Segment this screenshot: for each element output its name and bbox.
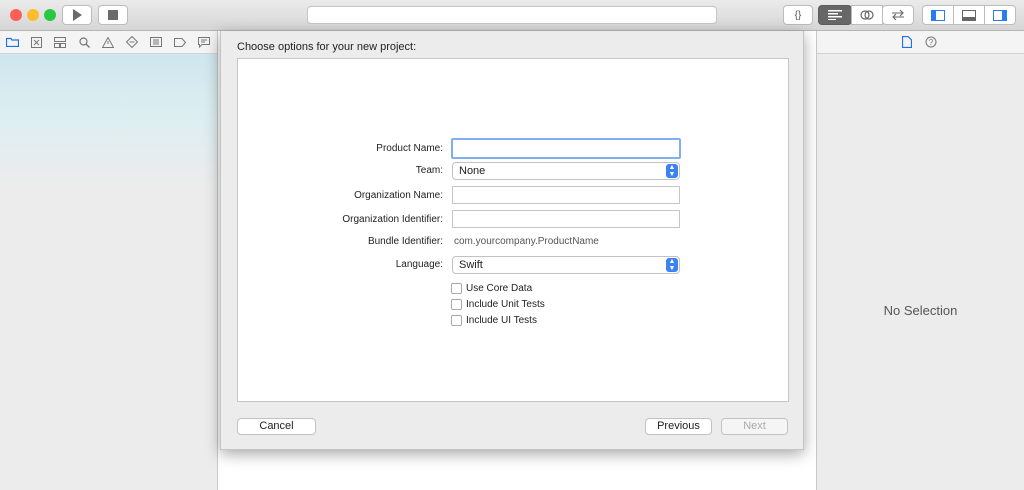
navigator-toggle-icon: [931, 9, 945, 21]
source-control-icon[interactable]: [24, 31, 48, 53]
cancel-button[interactable]: Cancel: [237, 418, 316, 435]
report-icon[interactable]: [192, 31, 216, 53]
stop-button[interactable]: [98, 5, 128, 25]
popup-arrows-icon: ▲ ▼: [666, 164, 678, 178]
inspector-toggle-icon: [993, 9, 1007, 21]
include-unit-tests-checkbox[interactable]: Include Unit Tests: [451, 299, 545, 310]
standard-editor-icon: [828, 10, 842, 20]
run-button[interactable]: [62, 5, 92, 25]
bundle-identifier-value: com.yourcompany.ProductName: [454, 236, 599, 247]
test-icon[interactable]: [120, 31, 144, 53]
braces-icon: {}: [794, 9, 802, 21]
svg-text:?: ?: [929, 38, 934, 47]
bundle-identifier-label: Bundle Identifier:: [367, 236, 443, 247]
version-editor-button[interactable]: [882, 5, 914, 25]
language-label: Language:: [395, 259, 443, 270]
standard-editor-button[interactable]: [818, 5, 852, 25]
language-value: Swift: [459, 259, 483, 271]
no-selection-label: No Selection: [883, 303, 958, 318]
issue-icon[interactable]: [96, 31, 120, 53]
organization-identifier-label: Organization Identifier:: [342, 214, 443, 225]
navigator-area: [0, 54, 217, 490]
product-name-field[interactable]: [451, 138, 681, 159]
close-window-button[interactable]: [10, 9, 22, 21]
product-name-label: Product Name:: [376, 143, 443, 154]
navigator-selector-bar: [0, 31, 217, 54]
version-editor-icon: [892, 10, 904, 20]
stop-icon: [108, 10, 118, 20]
find-icon[interactable]: [72, 31, 96, 53]
breakpoint-icon[interactable]: [168, 31, 192, 53]
team-value: None: [459, 165, 486, 177]
debug-toggle-icon: [962, 9, 976, 21]
next-button[interactable]: Next: [721, 418, 788, 435]
previous-button[interactable]: Previous: [645, 418, 712, 435]
organization-name-label: Organization Name:: [354, 190, 443, 201]
checkbox-label: Use Core Data: [466, 283, 533, 294]
options-panel: Product Name: Team: None ▲ ▼ Organization…: [237, 58, 789, 402]
checkbox-label: Include Unit Tests: [466, 299, 545, 310]
zoom-window-button[interactable]: [44, 9, 56, 21]
organization-identifier-field[interactable]: [452, 210, 680, 228]
assistant-editor-icon: [860, 10, 874, 20]
debug-icon[interactable]: [144, 31, 168, 53]
team-label: Team:: [415, 165, 443, 176]
checkbox-box[interactable]: [451, 315, 462, 326]
navigator-toggle-button[interactable]: [922, 5, 954, 25]
sheet-title: Choose options for your new project:: [237, 41, 417, 53]
language-popup[interactable]: Swift ▲ ▼: [452, 256, 680, 274]
quick-help-icon[interactable]: ?: [925, 36, 937, 51]
inspector-toggle-button[interactable]: [984, 5, 1016, 25]
assistant-editor-button[interactable]: [851, 5, 883, 25]
new-project-sheet: Choose options for your new project: Pro…: [220, 31, 804, 450]
folder-icon[interactable]: [0, 31, 24, 53]
include-ui-tests-checkbox[interactable]: Include UI Tests: [451, 315, 537, 326]
debug-toggle-button[interactable]: [953, 5, 985, 25]
checkbox-box[interactable]: [451, 283, 462, 294]
inspector-selector-bar: ?: [817, 31, 1024, 54]
popup-arrows-icon: ▲ ▼: [666, 258, 678, 272]
activity-viewer: [307, 6, 717, 24]
inspector-area: [817, 54, 1024, 490]
use-core-data-checkbox[interactable]: Use Core Data: [451, 283, 532, 294]
checkbox-label: Include UI Tests: [466, 315, 537, 326]
toolbar: {}: [0, 0, 1024, 31]
minimize-window-button[interactable]: [27, 9, 39, 21]
symbol-icon[interactable]: [48, 31, 72, 53]
organization-name-field[interactable]: [452, 186, 680, 204]
file-inspector-icon[interactable]: [901, 35, 913, 51]
library-button[interactable]: {}: [783, 5, 813, 25]
checkbox-box[interactable]: [451, 299, 462, 310]
team-popup[interactable]: None ▲ ▼: [452, 162, 680, 180]
play-icon: [72, 9, 82, 21]
